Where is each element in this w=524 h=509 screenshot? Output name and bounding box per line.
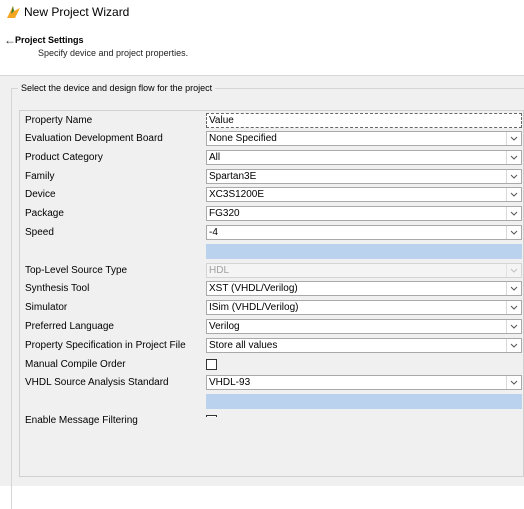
column-header-name: Property Name [25, 115, 93, 126]
property-value: XST (VHDL/Verilog) [209, 283, 298, 294]
xilinx-wizard-icon [7, 6, 20, 18]
property-value: XC3S1200E [209, 189, 265, 200]
property-value-dropdown[interactable]: All [206, 150, 522, 165]
property-row[interactable]: Speed -4 [20, 224, 523, 242]
column-header-value-label: Value [209, 115, 234, 126]
title-bar: New Project Wizard [0, 0, 524, 26]
page-subtitle: Specify device and project properties. [38, 48, 189, 58]
property-row[interactable]: Synthesis Tool XST (VHDL/Verilog) [20, 280, 523, 298]
property-name [20, 243, 207, 261]
property-row[interactable]: Device XC3S1200E [20, 186, 523, 204]
property-row[interactable]: Preferred Language Verilog [20, 318, 523, 336]
property-value-dropdown[interactable]: Verilog [206, 319, 522, 334]
spacer-value-cell [206, 244, 522, 259]
chevron-down-icon[interactable] [506, 170, 521, 183]
property-value-dropdown[interactable]: FG320 [206, 206, 522, 221]
property-value-dropdown[interactable]: ISim (VHDL/Verilog) [206, 300, 522, 315]
property-row[interactable]: Evaluation Development Board None Specifi… [20, 130, 523, 148]
column-header-value: Value [206, 113, 522, 128]
property-value: Spartan3E [209, 171, 257, 182]
property-name [20, 393, 207, 411]
chevron-down-icon [506, 264, 521, 277]
property-value: All [209, 152, 221, 163]
property-value: HDL [209, 265, 230, 276]
property-value-dropdown[interactable]: Store all values [206, 338, 522, 353]
chevron-down-icon[interactable] [506, 282, 521, 295]
chevron-down-icon[interactable] [506, 151, 521, 164]
property-name: Evaluation Development Board [25, 133, 163, 144]
property-row[interactable]: Manual Compile Order [20, 356, 523, 374]
spacer-value-cell [206, 394, 522, 409]
property-name: Family [25, 171, 55, 182]
property-name: Simulator [25, 302, 68, 313]
property-value-dropdown[interactable]: VHDL-93 [206, 375, 522, 390]
property-row[interactable]: Family Spartan3E [20, 168, 523, 186]
property-name: Enable Message Filtering [25, 415, 138, 426]
property-name: Device [25, 189, 56, 200]
property-row[interactable]: Property Specification in Project File St… [20, 337, 523, 355]
property-value-dropdown[interactable]: XST (VHDL/Verilog) [206, 281, 522, 296]
property-row[interactable]: Top-Level Source Type HDL [20, 262, 523, 280]
chevron-down-icon[interactable] [506, 376, 521, 389]
property-value: None Specified [209, 133, 277, 144]
property-name: Manual Compile Order [25, 359, 126, 370]
grid-empty-area [206, 417, 523, 476]
property-row[interactable]: Package FG320 [20, 205, 523, 223]
grid-spacer-row [20, 393, 523, 411]
property-name: VHDL Source Analysis Standard [25, 377, 169, 388]
chevron-down-icon[interactable] [506, 132, 521, 145]
property-name: Synthesis Tool [25, 283, 90, 294]
property-row[interactable]: Product Category All [20, 149, 523, 167]
chevron-down-icon[interactable] [506, 301, 521, 314]
grid-spacer-row [20, 243, 523, 261]
property-name: Top-Level Source Type [25, 265, 128, 276]
property-value-dropdown[interactable]: Spartan3E [206, 169, 522, 184]
group-legend: Select the device and design flow for th… [18, 83, 216, 93]
property-value: FG320 [209, 208, 240, 219]
property-value-dropdown[interactable]: XC3S1200E [206, 187, 522, 202]
property-checkbox[interactable] [206, 359, 217, 370]
property-value: ISim (VHDL/Verilog) [209, 302, 299, 313]
window-title: New Project Wizard [24, 5, 130, 19]
property-value: Store all values [209, 340, 278, 351]
chevron-down-icon[interactable] [506, 339, 521, 352]
property-value: Verilog [209, 321, 240, 332]
property-value: -4 [209, 227, 218, 238]
property-value-dropdown[interactable]: None Specified [206, 131, 522, 146]
wizard-header: ← Project Settings Specify device and pr… [0, 26, 524, 74]
property-value-dropdown: HDL [206, 263, 522, 278]
property-grid: Property Name Value Evaluation Developme… [19, 110, 524, 477]
property-row[interactable]: Simulator ISim (VHDL/Verilog) [20, 299, 523, 317]
property-name: Speed [25, 227, 54, 238]
page-title: Project Settings [15, 35, 84, 45]
grid-header-row: Property Name Value [20, 112, 523, 130]
chevron-down-icon[interactable] [506, 207, 521, 220]
property-name: Product Category [25, 152, 103, 163]
chevron-down-icon[interactable] [506, 188, 521, 201]
chevron-down-icon[interactable] [506, 320, 521, 333]
property-row[interactable]: VHDL Source Analysis Standard VHDL-93 [20, 374, 523, 392]
property-name: Package [25, 208, 64, 219]
property-name: Property Specification in Project File [25, 340, 186, 351]
chevron-down-icon[interactable] [506, 226, 521, 239]
property-name: Preferred Language [25, 321, 114, 332]
property-value: VHDL-93 [209, 377, 251, 388]
property-value-dropdown[interactable]: -4 [206, 225, 522, 240]
